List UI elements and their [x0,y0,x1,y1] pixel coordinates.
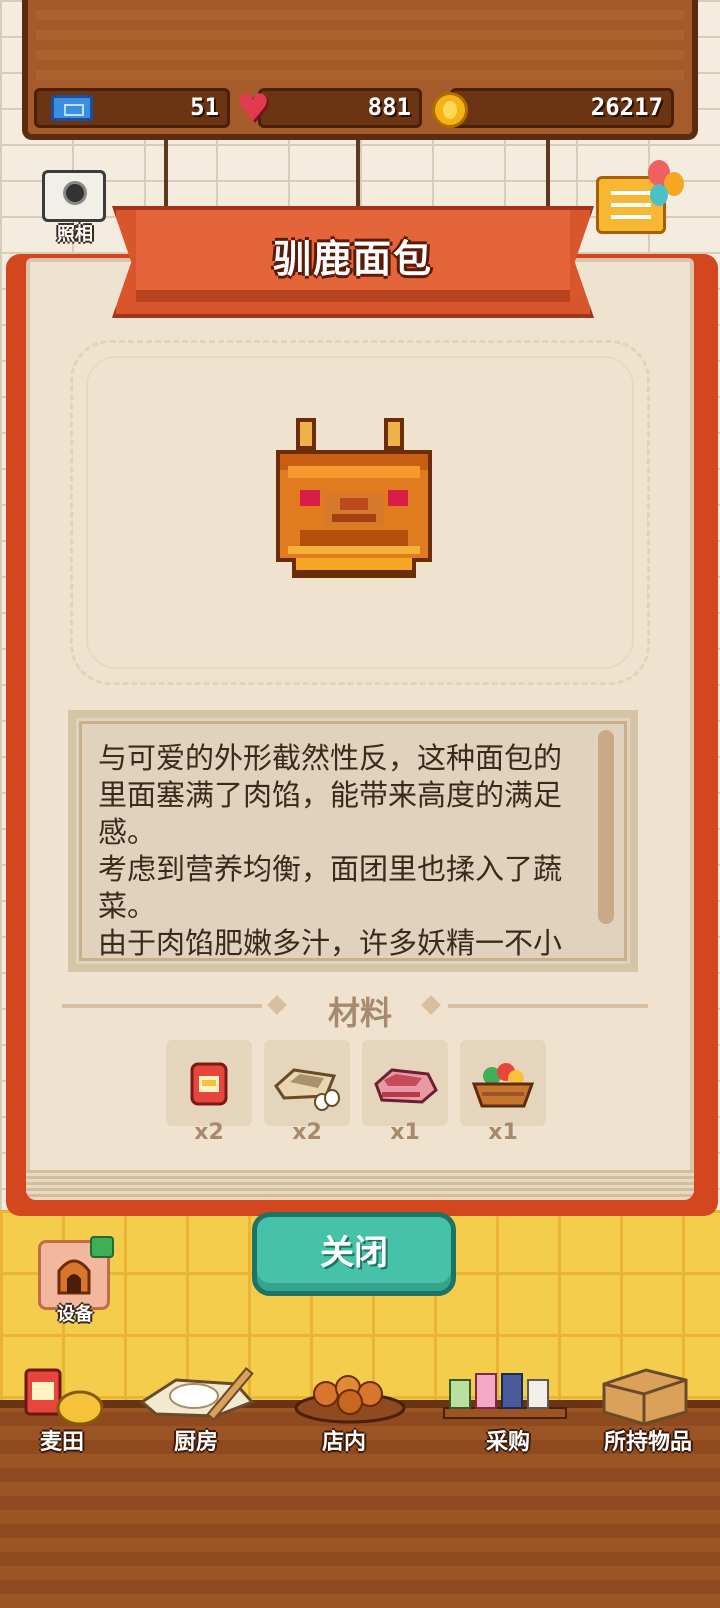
coin-icon [432,92,468,128]
wood-grain [36,0,684,80]
hanging-string [356,140,360,210]
material-slot[interactable] [166,1040,252,1126]
ticket-icon [51,95,93,121]
purchase-icon [443,1373,567,1419]
camera-label: 照相 [57,224,93,245]
camera-icon [63,181,87,205]
plus-badge-icon [90,1236,114,1258]
description-text[interactable]: 与可爱的外形截然性反，这种面包的里面塞满了肉馅，能带来高度的满足感。 考虑到营养… [98,740,588,962]
close-button[interactable]: 关闭 [252,1212,456,1296]
equipment-label: 设备 [57,1304,93,1325]
heart-count: 881 [367,93,411,121]
wheat-field-icon [24,1368,104,1426]
nav-label-wheat-field: 麦田 [39,1430,84,1455]
message-line [611,203,651,207]
flour-bag-icon [190,1062,228,1106]
ticket-counter: 51 [34,88,230,128]
ticket-count: 51 [190,93,219,121]
page-edges [26,1170,694,1200]
nav-label-inventory: 所持物品 [603,1430,692,1455]
nav-label-purchase: 采购 [485,1430,530,1455]
reindeer-bread-icon [276,418,432,578]
vegetable-basket-icon [471,1063,535,1108]
material-slot[interactable] [264,1040,350,1126]
inventory-icon [602,1368,688,1426]
divider [62,1004,262,1008]
hanging-string [546,140,550,210]
nav-label-shop: 店内 [321,1430,366,1455]
material-count: x2 [194,1120,224,1145]
material-slot[interactable] [362,1040,448,1126]
material-count: x2 [292,1120,322,1145]
title-ribbon-shadow [136,290,570,302]
material-count: x1 [488,1120,518,1145]
divider [448,1004,648,1008]
nav-label-kitchen: 厨房 [173,1430,218,1455]
material-count: x1 [390,1120,420,1145]
balloon-icon [650,184,668,206]
meat-icon [374,1068,438,1104]
heart-counter: 881 [258,88,422,128]
recipe-title: 驯鹿面包 [272,237,433,281]
kitchen-icon [139,1367,255,1421]
camera-button[interactable] [42,170,106,222]
hanging-string [164,140,168,210]
butter-egg-icon [274,1068,340,1111]
coin-count: 26217 [590,93,663,121]
message-icon [611,191,651,195]
message-line [611,215,651,219]
material-slot[interactable] [460,1040,546,1126]
heart-icon: ♥ [236,86,271,130]
shop-icon [294,1375,406,1424]
coin-counter: 26217 [450,88,674,128]
description-scrollbar[interactable] [598,730,614,924]
